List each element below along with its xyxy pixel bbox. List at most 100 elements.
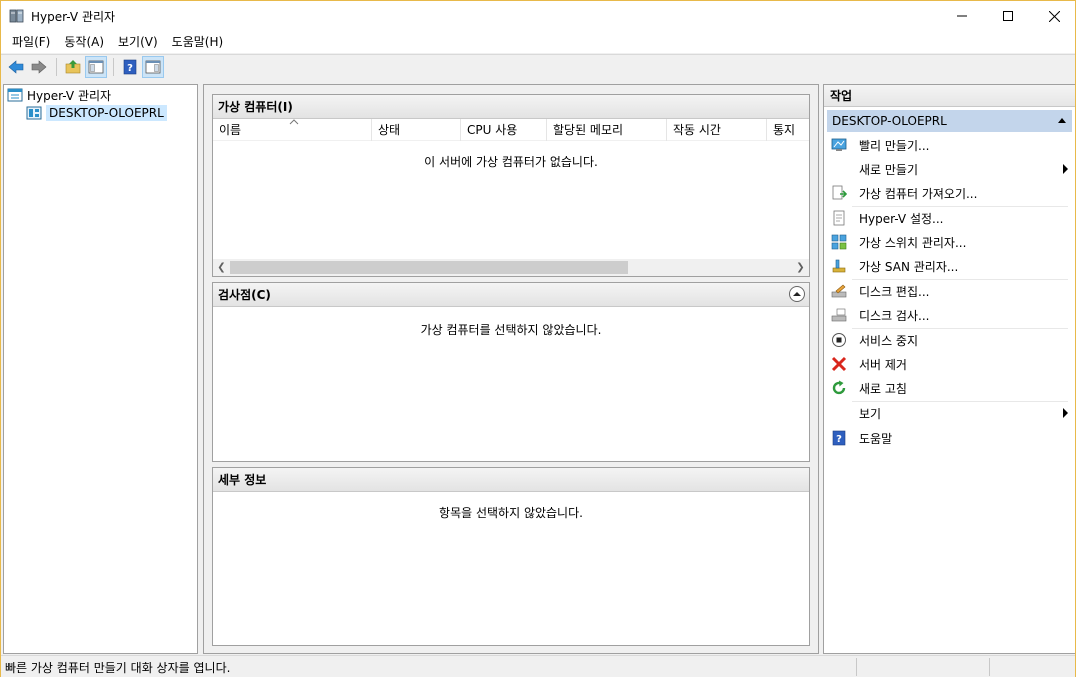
remove-server-icon xyxy=(831,356,847,372)
scroll-left-icon[interactable]: ❮ xyxy=(213,259,230,276)
action-remove-server[interactable]: 서버 제거 xyxy=(827,352,1072,376)
action-quick-create[interactable]: 빨리 만들기... xyxy=(827,133,1072,157)
toolbar: ? xyxy=(1,54,1075,79)
panel-title: 세부 정보 xyxy=(218,473,267,487)
tree-item-label: DESKTOP-OLOEPRL xyxy=(46,105,167,121)
menu-view[interactable]: 보기(V) xyxy=(111,31,165,53)
action-virtual-san-manager[interactable]: 가상 SAN 관리자... xyxy=(827,254,1072,278)
settings-doc-icon xyxy=(831,210,847,226)
edit-disk-icon xyxy=(831,283,847,299)
forward-arrow-icon xyxy=(31,60,47,74)
svg-text:?: ? xyxy=(127,63,133,74)
collapse-button[interactable] xyxy=(789,286,805,302)
checkpoints-empty-message: 가상 컴퓨터를 선택하지 않았습니다. xyxy=(420,323,602,337)
virtual-machines-panel: 가상 컴퓨터(I) 이름 상태 CPU 사용 할당된 메모리 작동 시간 통지 … xyxy=(212,94,810,277)
maximize-button[interactable] xyxy=(985,1,1031,31)
help-icon: ? xyxy=(831,430,847,446)
menu-file[interactable]: 파일(F) xyxy=(5,31,57,53)
quick-create-icon xyxy=(831,137,847,153)
maximize-icon xyxy=(1003,11,1013,21)
app-window: Hyper-V 관리자 파일(F) 동작(A) 보기(V) 도움말(H) ? H… xyxy=(0,0,1076,677)
vm-empty-message: 이 서버에 가상 컴퓨터가 없습니다. xyxy=(424,155,598,169)
chevron-up-icon xyxy=(793,292,801,296)
help-button[interactable]: ? xyxy=(119,56,141,78)
horizontal-scrollbar[interactable]: ❮ ❯ xyxy=(213,259,809,276)
action-help[interactable]: ? 도움말 xyxy=(827,426,1072,450)
action-new[interactable]: 새로 만들기 xyxy=(827,157,1072,181)
column-header-status[interactable]: 상태 xyxy=(372,119,461,141)
show-hide-action-pane-button[interactable] xyxy=(142,56,164,78)
toolbar-separator xyxy=(56,58,57,76)
minimize-icon xyxy=(957,15,967,17)
actions-pane: 작업 DESKTOP-OLOEPRL 빨리 만들기... 새로 만들기 가상 컴… xyxy=(823,84,1075,654)
hyperv-manager-icon xyxy=(7,88,23,102)
action-import-vm[interactable]: 가상 컴퓨터 가져오기... xyxy=(827,181,1072,205)
title-bar: Hyper-V 관리자 xyxy=(1,1,1075,31)
minimize-button[interactable] xyxy=(939,1,985,31)
forward-button[interactable] xyxy=(28,56,50,78)
details-empty-message: 항목을 선택하지 않았습니다. xyxy=(439,506,583,520)
server-icon xyxy=(26,106,42,120)
details-panel: 세부 정보 항목을 선택하지 않았습니다. xyxy=(212,467,810,646)
stop-service-icon xyxy=(831,332,847,348)
collapse-triangle-icon xyxy=(1058,118,1066,123)
toolbar-separator xyxy=(113,58,114,76)
vm-column-headers: 이름 상태 CPU 사용 할당된 메모리 작동 시간 통지 xyxy=(213,119,809,141)
action-pane-icon xyxy=(145,60,161,74)
status-text: 빠른 가상 컴퓨터 만들기 대화 상자를 엽니다. xyxy=(5,661,231,675)
show-hide-console-tree-button[interactable] xyxy=(85,56,107,78)
scroll-right-icon[interactable]: ❯ xyxy=(792,259,809,276)
status-bar: 빠른 가상 컴퓨터 만들기 대화 상자를 엽니다. xyxy=(1,655,1075,677)
status-divider xyxy=(989,658,990,676)
sort-ascending-icon xyxy=(289,119,299,125)
panel-title: 가상 컴퓨터(I) xyxy=(218,100,293,114)
menu-help[interactable]: 도움말(H) xyxy=(165,31,231,53)
console-tree: Hyper-V 관리자 DESKTOP-OLOEPRL xyxy=(3,84,198,654)
submenu-arrow-icon xyxy=(1063,164,1068,174)
back-arrow-icon xyxy=(8,60,24,74)
tree-item-label: Hyper-V 관리자 xyxy=(27,88,112,103)
actions-header: 작업 xyxy=(824,85,1075,107)
action-virtual-switch-manager[interactable]: 가상 스위치 관리자... xyxy=(827,230,1072,254)
back-button[interactable] xyxy=(5,56,27,78)
action-hyperv-settings[interactable]: Hyper-V 설정... xyxy=(827,206,1072,230)
column-header-memory[interactable]: 할당된 메모리 xyxy=(547,119,667,141)
menu-action[interactable]: 동작(A) xyxy=(57,31,111,53)
column-header-cpu[interactable]: CPU 사용 xyxy=(461,119,547,141)
column-header-name[interactable]: 이름 xyxy=(213,119,372,141)
menu-bar: 파일(F) 동작(A) 보기(V) 도움말(H) xyxy=(1,31,1075,53)
window-title: Hyper-V 관리자 xyxy=(31,10,116,24)
checkpoints-panel: 검사점(C) 가상 컴퓨터를 선택하지 않았습니다. xyxy=(212,282,810,462)
status-divider xyxy=(856,658,857,676)
panel-title: 검사점(C) xyxy=(218,288,271,302)
action-stop-service[interactable]: 서비스 중지 xyxy=(827,328,1072,352)
action-view[interactable]: 보기 xyxy=(827,401,1072,425)
checkpoints-header: 검사점(C) xyxy=(213,283,809,307)
virtual-switch-icon xyxy=(831,234,847,250)
column-header-uptime[interactable]: 작동 시간 xyxy=(667,119,767,141)
details-header: 세부 정보 xyxy=(213,468,809,492)
help-book-icon: ? xyxy=(123,59,137,75)
action-edit-disk[interactable]: 디스크 편집... xyxy=(827,279,1072,303)
column-header-notes[interactable]: 통지 xyxy=(767,119,809,141)
hyperv-app-icon xyxy=(9,9,24,23)
submenu-arrow-icon xyxy=(1063,408,1068,418)
virtual-san-icon xyxy=(831,258,847,274)
action-refresh[interactable]: 새로 고침 xyxy=(827,376,1072,400)
console-tree-icon xyxy=(88,60,104,74)
center-pane: 가상 컴퓨터(I) 이름 상태 CPU 사용 할당된 메모리 작동 시간 통지 … xyxy=(203,84,819,654)
inspect-disk-icon xyxy=(831,307,847,323)
close-button[interactable] xyxy=(1031,1,1076,31)
action-inspect-disk[interactable]: 디스크 검사... xyxy=(827,303,1072,327)
close-icon xyxy=(1048,10,1060,22)
refresh-icon xyxy=(831,380,847,396)
up-folder-icon xyxy=(65,60,81,74)
virtual-machines-header: 가상 컴퓨터(I) xyxy=(213,95,809,119)
tree-item-hyperv-manager[interactable]: Hyper-V 관리자 xyxy=(7,86,111,104)
actions-section-server[interactable]: DESKTOP-OLOEPRL xyxy=(827,110,1072,132)
tree-item-server[interactable]: DESKTOP-OLOEPRL xyxy=(26,104,167,122)
import-vm-icon xyxy=(831,185,847,201)
scrollbar-thumb[interactable] xyxy=(230,261,628,274)
up-folder-button[interactable] xyxy=(62,56,84,78)
svg-text:?: ? xyxy=(836,434,842,445)
